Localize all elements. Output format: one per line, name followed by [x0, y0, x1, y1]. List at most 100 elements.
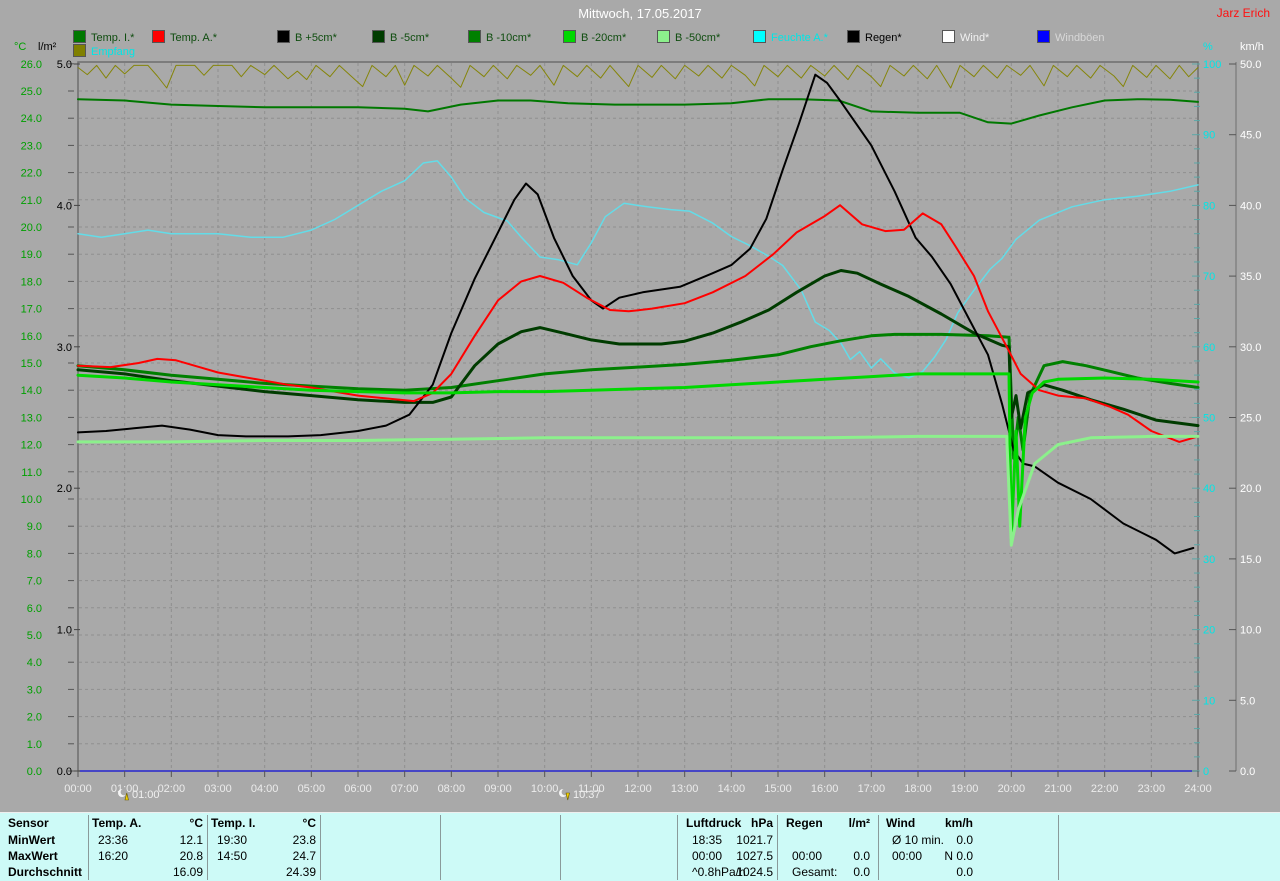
table-col-unit: l/m² — [848, 816, 870, 830]
pct-tick-label: 40 — [1203, 483, 1215, 495]
c-tick-label: 22.0 — [21, 168, 42, 180]
table-cell-value: 23.8 — [292, 833, 316, 847]
kmh-tick-label: 30.0 — [1240, 342, 1261, 354]
table-cell-value: 0.0 — [853, 849, 870, 863]
table-cell-value: 24.39 — [285, 865, 316, 879]
pct-tick-label: 30 — [1203, 554, 1215, 566]
table-cell-value: 12.1 — [179, 833, 203, 847]
c-tick-label: 2.0 — [27, 712, 42, 724]
table-separator — [440, 815, 441, 880]
moon-set-marker-icon — [559, 788, 570, 801]
hour-label: 15:00 — [764, 783, 792, 795]
c-tick-label: 13.0 — [21, 412, 42, 424]
table-separator — [320, 815, 321, 880]
c-tick-label: 8.0 — [27, 548, 42, 560]
hour-label: 20:00 — [998, 783, 1026, 795]
hour-label: 04:00 — [251, 783, 279, 795]
c-tick-label: 0.0 — [27, 766, 42, 778]
hour-label: 13:00 — [671, 783, 699, 795]
c-tick-label: 11.0 — [21, 467, 42, 479]
hour-label: 12:00 — [624, 783, 652, 795]
kmh-tick-label: 45.0 — [1240, 130, 1261, 142]
table-cell-value: 1027.5 — [736, 849, 773, 863]
chart-canvas: 0.0 1.0 2.0 3.0 4.0 5.0 6.0 7.0 8.0 9.0 10.0 11.0 12… — [21, 59, 1262, 795]
table-row-label: Durchschnitt — [8, 865, 83, 879]
c-tick-label: 17.0 — [21, 304, 42, 316]
hour-label: 06:00 — [344, 783, 372, 795]
hour-label: 09:00 — [484, 783, 512, 795]
pct-tick-label: 50 — [1203, 413, 1215, 425]
table-cell-time: 16:20 — [98, 849, 129, 863]
c-tick-label: 9.0 — [27, 521, 42, 533]
hour-label: 22:00 — [1091, 783, 1119, 795]
table-cell-time: 00:00 — [892, 849, 923, 863]
c-tick-label: 18.0 — [21, 276, 42, 288]
moon-rise-marker-icon — [118, 788, 129, 801]
kmh-tick-label: 35.0 — [1240, 271, 1261, 283]
table-cell-value: 1024.5 — [736, 865, 773, 879]
time-marker-label: 10:37 — [573, 789, 601, 801]
c-tick-label: 3.0 — [27, 684, 42, 696]
lm2-tick-label: 3.0 — [57, 342, 72, 354]
table-separator — [677, 815, 678, 880]
hour-label: 07:00 — [391, 783, 419, 795]
hour-label: 03:00 — [204, 783, 232, 795]
c-tick-label: 12.0 — [21, 440, 42, 452]
c-tick-label: 4.0 — [27, 657, 42, 669]
hour-label: 08:00 — [438, 783, 466, 795]
table-cell-value: 0.0 — [853, 865, 870, 879]
table-separator — [207, 815, 208, 880]
weather-app-window: Mittwoch, 17.05.2017 Jarz Erich °C l/m² … — [0, 0, 1280, 881]
kmh-tick-label: 40.0 — [1240, 200, 1261, 212]
hour-label: 05:00 — [298, 783, 326, 795]
pct-tick-label: 60 — [1203, 342, 1215, 354]
table-row-label: MinWert — [8, 833, 56, 847]
c-tick-label: 10.0 — [21, 494, 42, 506]
c-tick-label: 21.0 — [21, 195, 42, 207]
table-col-header: Temp. A. — [92, 816, 142, 830]
table-cell-value: 16.09 — [172, 865, 203, 879]
kmh-tick-label: 50.0 — [1240, 59, 1261, 71]
table-cell-value: 24.7 — [292, 849, 316, 863]
pct-tick-label: 10 — [1203, 695, 1215, 707]
table-cell-value: 20.8 — [179, 849, 203, 863]
c-tick-label: 7.0 — [27, 576, 42, 588]
lm2-tick-label: 4.0 — [57, 200, 72, 212]
pct-tick-label: 20 — [1203, 625, 1215, 637]
hour-label: 23:00 — [1138, 783, 1166, 795]
c-tick-label: 16.0 — [21, 331, 42, 343]
lm2-tick-label: 2.0 — [57, 483, 72, 495]
table-separator — [560, 815, 561, 880]
table-separator — [88, 815, 89, 880]
table-col-header: Regen — [786, 816, 823, 830]
table-row-label: Sensor — [8, 816, 49, 830]
time-marker-0100: 01:00 — [117, 788, 160, 802]
hour-label: 19:00 — [951, 783, 979, 795]
hour-label: 18:00 — [904, 783, 932, 795]
table-cell-time: 14:50 — [217, 849, 248, 863]
table-cell-time: 23:36 — [98, 833, 129, 847]
c-tick-label: 1.0 — [27, 739, 42, 751]
series-b_p5 — [77, 73, 1195, 555]
pct-tick-label: 0 — [1203, 766, 1209, 778]
table-cell-value: 0.0 — [956, 833, 973, 847]
table-cell-value: 1021.7 — [736, 833, 773, 847]
table-separator — [1058, 815, 1059, 880]
table-cell-time: 19:30 — [217, 833, 248, 847]
table-col-unit: °C — [189, 816, 203, 830]
c-tick-label: 25.0 — [21, 86, 42, 98]
table-col-unit: hPa — [750, 816, 773, 830]
time-marker-label: 01:00 — [132, 789, 160, 801]
table-cell-time: Gesamt: — [792, 865, 838, 879]
table-col-unit: km/h — [944, 816, 973, 830]
table-col-header: Luftdruck — [686, 816, 742, 830]
pct-tick-label: 70 — [1203, 271, 1215, 283]
c-tick-label: 5.0 — [27, 630, 42, 642]
kmh-tick-label: 20.0 — [1240, 483, 1261, 495]
kmh-tick-label: 0.0 — [1240, 766, 1255, 778]
c-tick-label: 26.0 — [21, 59, 42, 71]
c-tick-label: 24.0 — [21, 113, 42, 125]
table-cell-value: 0.0 — [956, 865, 973, 879]
table-cell-time: 00:00 — [692, 849, 723, 863]
lm2-tick-label: 1.0 — [57, 625, 72, 637]
